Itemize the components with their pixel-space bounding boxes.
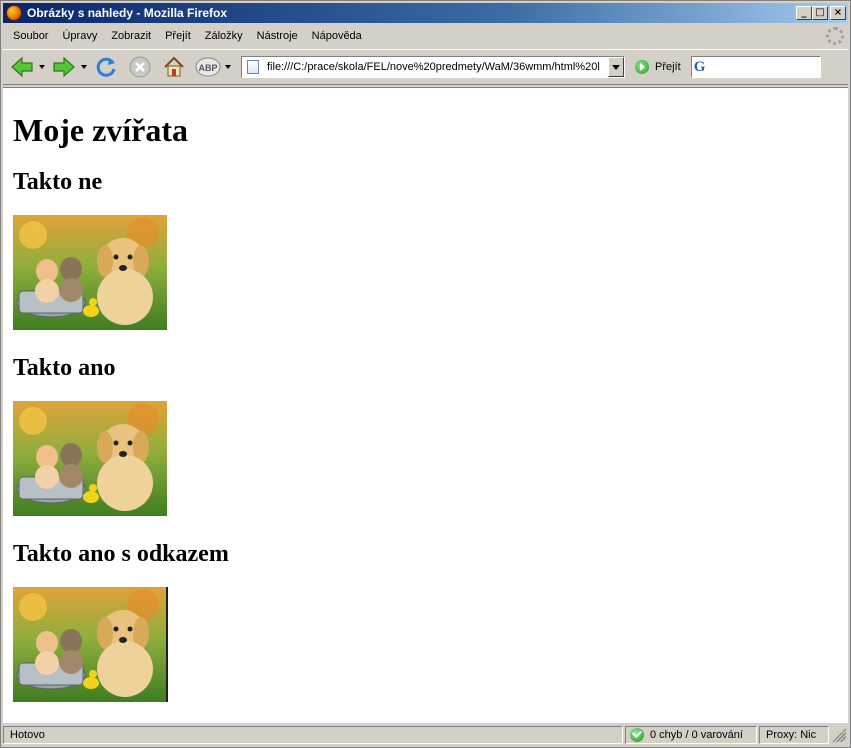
menu-napoveda[interactable]: Nápověda xyxy=(306,28,370,44)
go-button[interactable]: Přejít xyxy=(635,60,681,74)
maximize-button[interactable]: □ xyxy=(812,6,828,20)
home-icon xyxy=(164,56,184,77)
adblock-button[interactable]: ABP xyxy=(195,54,221,80)
go-label: Přejít xyxy=(655,61,681,73)
menu-bar: Soubor Úpravy Zobrazit Přejít Záložky Ná… xyxy=(3,25,848,47)
page-content: Moje zvířata Takto ne Takto ano Takto an… xyxy=(3,87,848,723)
url-history-dropdown[interactable] xyxy=(608,57,624,77)
menu-soubor[interactable]: Soubor xyxy=(7,28,56,44)
proxy-status[interactable]: Proxy: Nic xyxy=(759,726,829,744)
error-console-status[interactable]: 0 chyb / 0 varování xyxy=(625,726,757,744)
menu-upravy[interactable]: Úpravy xyxy=(56,28,105,44)
stop-button[interactable] xyxy=(127,54,153,80)
close-button[interactable]: × xyxy=(830,6,846,20)
window-controls: _ □ × xyxy=(796,6,846,20)
adblock-icon: ABP xyxy=(195,57,221,77)
search-bar[interactable]: G xyxy=(690,56,821,78)
error-count: 0 chyb / 0 varování xyxy=(650,729,743,741)
menu-zobrazit[interactable]: Zobrazit xyxy=(105,28,159,44)
adblock-label: ABP xyxy=(198,63,217,73)
menu-zalozky[interactable]: Záložky xyxy=(199,28,251,44)
animals-image-2[interactable] xyxy=(13,401,167,516)
menu-nastroje[interactable]: Nástroje xyxy=(251,28,306,44)
back-button[interactable] xyxy=(9,54,35,80)
back-history-dropdown[interactable] xyxy=(37,54,47,80)
status-bar: Hotovo 0 chyb / 0 varování Proxy: Nic xyxy=(3,725,848,745)
adblock-dropdown[interactable] xyxy=(223,54,233,80)
animals-image-1 xyxy=(13,215,167,330)
checkmark-icon xyxy=(630,728,644,742)
window-title: Obrázky s nahledy - Mozilla Firefox xyxy=(27,6,228,20)
page-title: Moje zvířata xyxy=(13,112,189,148)
reload-icon xyxy=(96,57,116,77)
throbber-icon xyxy=(826,27,844,45)
url-input[interactable]: file:///C:/prace/skola/FEL/nove%20predme… xyxy=(267,61,607,73)
forward-history-dropdown[interactable] xyxy=(79,54,89,80)
section-title-1: Takto ne xyxy=(13,169,103,195)
back-icon xyxy=(11,56,33,78)
section-title-3: Takto ano s odkazem xyxy=(13,541,229,567)
forward-icon xyxy=(53,56,75,78)
google-icon[interactable]: G xyxy=(694,59,712,75)
animals-image-link[interactable] xyxy=(13,587,168,702)
url-bar[interactable]: file:///C:/prace/skola/FEL/nove%20predme… xyxy=(241,56,625,78)
menu-prejit[interactable]: Přejít xyxy=(159,28,199,44)
reload-button[interactable] xyxy=(93,54,119,80)
resize-grip-icon[interactable] xyxy=(832,728,846,742)
page-icon xyxy=(247,60,259,74)
stop-icon xyxy=(129,56,151,78)
go-icon xyxy=(635,60,649,74)
forward-button[interactable] xyxy=(51,54,77,80)
browser-window: Obrázky s nahledy - Mozilla Firefox _ □ … xyxy=(0,0,851,748)
section-title-2: Takto ano xyxy=(13,355,116,381)
minimize-button[interactable]: _ xyxy=(796,6,812,20)
title-bar[interactable]: Obrázky s nahledy - Mozilla Firefox _ □ … xyxy=(3,3,848,23)
firefox-icon xyxy=(6,5,22,21)
navigation-toolbar: ABP file:///C:/prace/skola/FEL/nove%20pr… xyxy=(3,49,848,85)
status-text: Hotovo xyxy=(3,726,623,744)
home-button[interactable] xyxy=(161,54,187,80)
